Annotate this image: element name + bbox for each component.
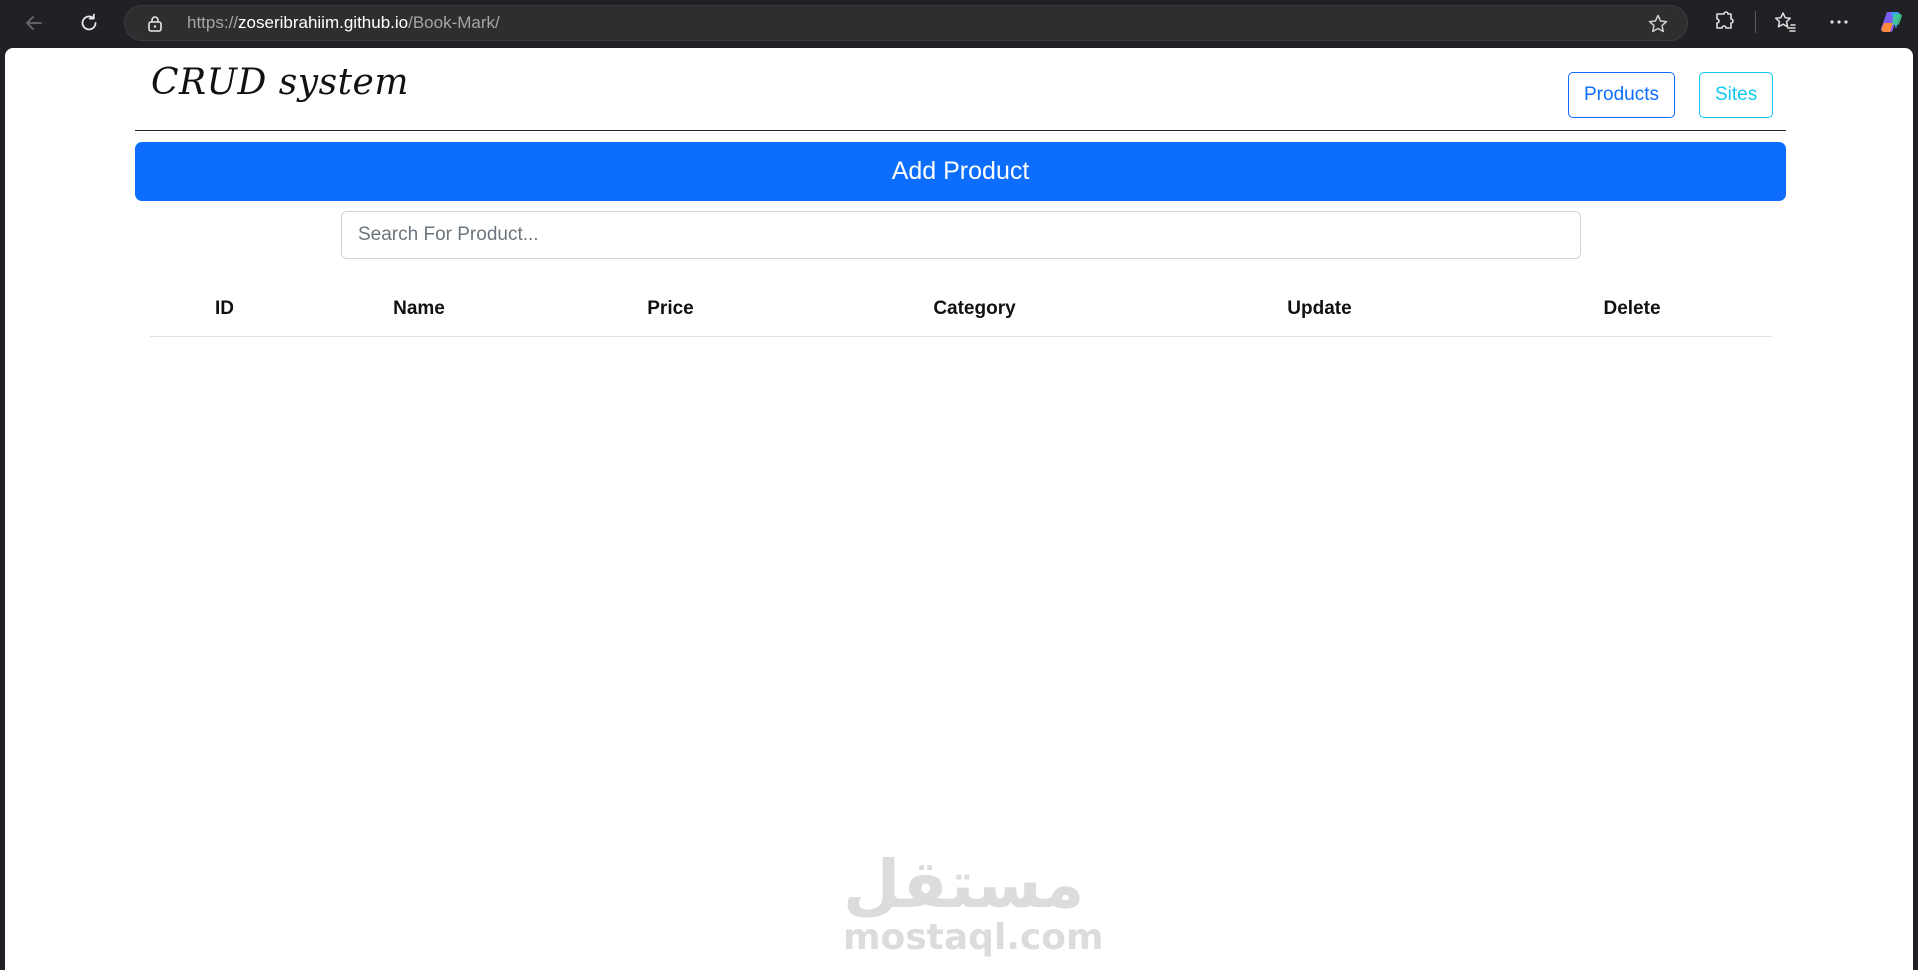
products-button[interactable]: Products [1568,72,1675,118]
products-table: ID Name Price Category Update Delete [150,282,1772,337]
brand-logo: CRUD system [151,62,409,103]
search-input[interactable] [341,211,1581,259]
copilot-button[interactable] [1878,9,1904,35]
add-product-button[interactable]: Add Product [135,142,1786,201]
copilot-icon [1880,11,1902,33]
star-icon[interactable] [1647,13,1669,35]
table-header: ID Name Price Category Update Delete [150,282,1772,337]
favorites-button[interactable] [1772,9,1798,35]
lock-icon[interactable] [147,15,163,32]
url-host: zoseribrahiim.github.io [238,13,409,32]
page-viewport: CRUD system Products Sites Add Product I… [5,48,1913,970]
sites-button[interactable]: Sites [1699,72,1774,118]
url-text[interactable]: https://zoseribrahiim.github.io/Book-Mar… [187,6,500,40]
column-header-name: Name [299,282,539,337]
reload-button[interactable] [74,8,104,38]
column-header-id: ID [150,282,299,337]
extensions-button[interactable] [1711,9,1737,35]
column-header-price: Price [539,282,802,337]
watermark-latin: mostaql.com [843,917,1104,958]
watermark-arabic: مستقل [843,846,1085,923]
more-icon [1830,20,1848,24]
table-header-row: ID Name Price Category Update Delete [150,282,1772,337]
column-header-update: Update [1147,282,1492,337]
reload-icon [81,13,97,31]
column-header-delete: Delete [1492,282,1772,337]
toolbar-divider [1755,11,1756,33]
page-header: CRUD system Products Sites [135,48,1786,131]
more-button[interactable] [1826,9,1852,35]
favorites-icon [1774,12,1796,32]
browser-toolbar: https://zoseribrahiim.github.io/Book-Mar… [0,0,1918,46]
url-path: /Book-Mark/ [408,13,500,32]
url-scheme: https:// [187,13,239,32]
column-header-category: Category [802,282,1147,337]
back-button[interactable] [19,8,49,38]
back-arrow-icon [26,16,42,30]
extensions-icon [1716,11,1734,29]
watermark: مستقل mostaql.com [843,846,1104,958]
address-bar[interactable]: https://zoseribrahiim.github.io/Book-Mar… [124,5,1688,41]
